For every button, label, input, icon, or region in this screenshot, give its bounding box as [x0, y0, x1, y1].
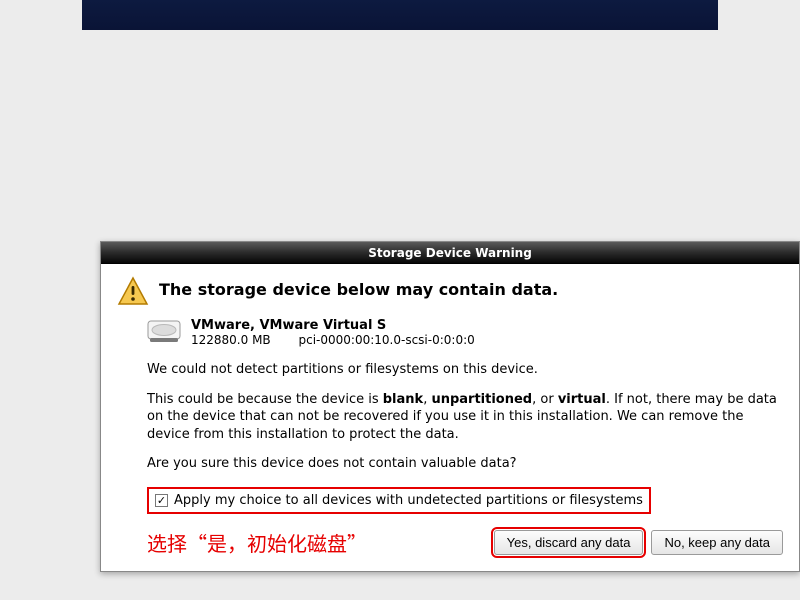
dialog-titlebar: Storage Device Warning	[101, 242, 799, 264]
dialog-button-bar: Yes, discard any data No, keep any data	[494, 530, 783, 555]
device-meta: 122880.0 MB pci-0000:00:10.0-scsi-0:0:0:…	[191, 333, 475, 347]
dialog-heading: The storage device below may contain dat…	[159, 276, 558, 299]
dialog-body: The storage device below may contain dat…	[101, 264, 799, 571]
body-para-2: This could be because the device is blan…	[147, 391, 783, 444]
installer-header-banner	[82, 0, 718, 30]
checkbox-icon[interactable]	[155, 494, 168, 507]
device-info: VMware, VMware Virtual S 122880.0 MB pci…	[191, 318, 475, 347]
body-para-1: We could not detect partitions or filesy…	[147, 361, 783, 379]
bold-virtual: virtual	[558, 392, 606, 407]
device-name: VMware, VMware Virtual S	[191, 318, 475, 333]
body-para-3: Are you sure this device does not contai…	[147, 455, 783, 473]
device-row: VMware, VMware Virtual S 122880.0 MB pci…	[147, 318, 783, 347]
warning-icon	[117, 276, 149, 308]
text-span: This could be because the device is	[147, 392, 383, 407]
text-span: , or	[532, 392, 558, 407]
bold-blank: blank	[383, 392, 423, 407]
device-path: pci-0000:00:10.0-scsi-0:0:0:0	[299, 333, 475, 347]
yes-discard-button[interactable]: Yes, discard any data	[494, 530, 644, 555]
no-keep-button[interactable]: No, keep any data	[651, 530, 783, 555]
apply-all-checkbox-row[interactable]: Apply my choice to all devices with unde…	[147, 487, 651, 514]
hard-drive-icon	[147, 318, 181, 344]
dialog-title: Storage Device Warning	[368, 246, 532, 260]
device-size: 122880.0 MB	[191, 333, 271, 347]
annotation-and-buttons-row: 选择“是，初始化磁盘” Yes, discard any data No, ke…	[147, 528, 783, 557]
dialog-header-row: The storage device below may contain dat…	[117, 276, 783, 308]
storage-device-warning-dialog: Storage Device Warning The storage devic…	[100, 241, 800, 572]
checkbox-label: Apply my choice to all devices with unde…	[174, 493, 643, 508]
red-annotation-text: 选择“是，初始化磁盘”	[147, 528, 484, 557]
bold-unpartitioned: unpartitioned	[431, 392, 532, 407]
dialog-body-text: We could not detect partitions or filesy…	[147, 361, 783, 473]
